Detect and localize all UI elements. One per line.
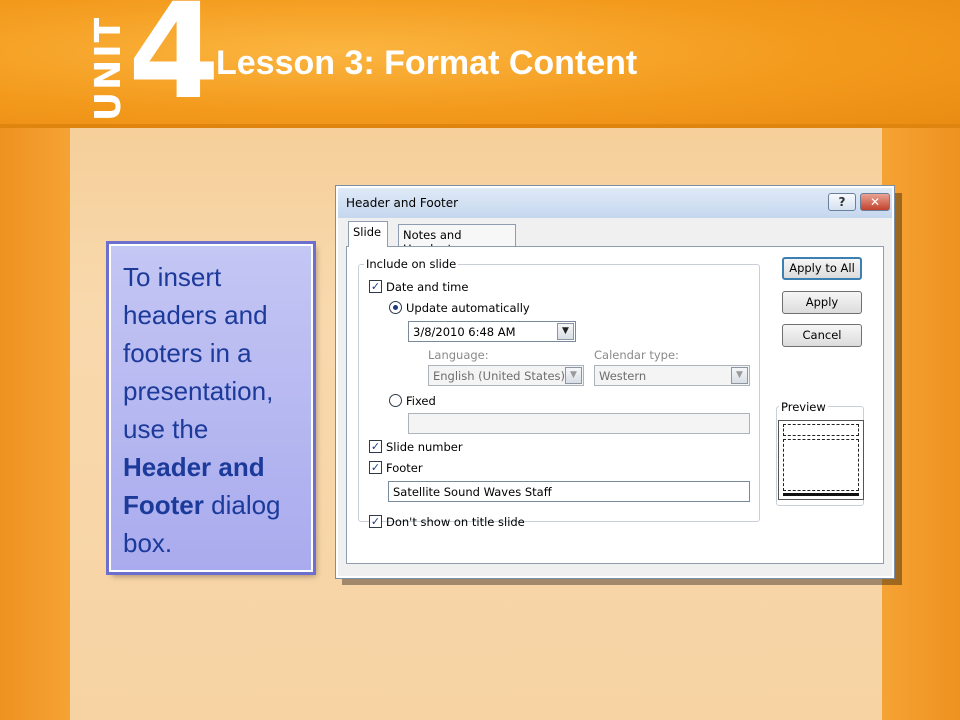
slide-number-checkbox[interactable]: ✓ [369, 440, 382, 453]
instruction-callout: To insert headers and footers in a prese… [109, 244, 313, 572]
date-and-time-checkbox[interactable]: ✓ [369, 280, 382, 293]
fixed-date-input[interactable] [408, 413, 750, 434]
calendar-type-value: Western [599, 369, 647, 383]
preview-label: Preview [779, 400, 828, 414]
close-button[interactable]: ✕ [860, 193, 890, 211]
language-value: English (United States) [433, 369, 566, 383]
slide-left-margin [0, 128, 70, 720]
preview-header-placeholder [783, 424, 859, 436]
unit-number: 4 [128, 0, 220, 129]
date-and-time-label: Date and time [386, 280, 469, 294]
chevron-down-icon[interactable]: ▼ [565, 367, 582, 384]
help-button[interactable]: ? [828, 193, 856, 211]
dont-show-title-label: Don't show on title slide [386, 515, 525, 529]
chevron-down-icon[interactable]: ▼ [731, 367, 748, 384]
update-automatically-label: Update automatically [406, 301, 530, 315]
header-footer-dialog: Header and Footer ? ✕ Slide Notes and Ha… [335, 185, 895, 579]
chevron-down-icon[interactable]: ▼ [557, 323, 574, 340]
fixed-radio[interactable] [389, 394, 402, 407]
footer-checkbox[interactable]: ✓ [369, 461, 382, 474]
language-label: Language: [428, 348, 489, 362]
calendar-type-label: Calendar type: [594, 348, 679, 362]
language-dropdown[interactable]: English (United States) ▼ [428, 365, 584, 386]
lesson-title: Lesson 3: Format Content [216, 44, 638, 82]
calendar-type-dropdown[interactable]: Western ▼ [594, 365, 750, 386]
preview-body-placeholder [783, 439, 859, 491]
unit-label: UNIT [88, 15, 130, 122]
preview-footer-placeholder [783, 493, 859, 496]
fixed-label: Fixed [406, 394, 436, 408]
slide-preview [778, 420, 864, 500]
update-automatically-radio[interactable] [389, 301, 402, 314]
tab-notes-and-handouts[interactable]: Notes and Handouts [398, 224, 516, 256]
footer-text-input[interactable]: Satellite Sound Waves Staff [388, 481, 750, 502]
callout-text-1: To insert headers and footers in a prese… [123, 262, 274, 444]
cancel-button[interactable]: Cancel [782, 324, 862, 347]
slide-number-label: Slide number [386, 440, 463, 454]
dialog-title: Header and Footer [346, 196, 459, 210]
include-on-slide-label: Include on slide [364, 257, 459, 271]
tab-slide[interactable]: Slide [348, 221, 388, 247]
date-format-value: 3/8/2010 6:48 AM [413, 325, 516, 339]
dialog-titlebar[interactable]: Header and Footer ? ✕ [338, 188, 892, 218]
footer-label: Footer [386, 461, 423, 475]
apply-button[interactable]: Apply [782, 291, 862, 314]
dont-show-title-checkbox[interactable]: ✓ [369, 515, 382, 528]
date-format-dropdown[interactable]: 3/8/2010 6:48 AM ▼ [408, 321, 576, 342]
apply-to-all-button[interactable]: Apply to All [782, 257, 862, 280]
